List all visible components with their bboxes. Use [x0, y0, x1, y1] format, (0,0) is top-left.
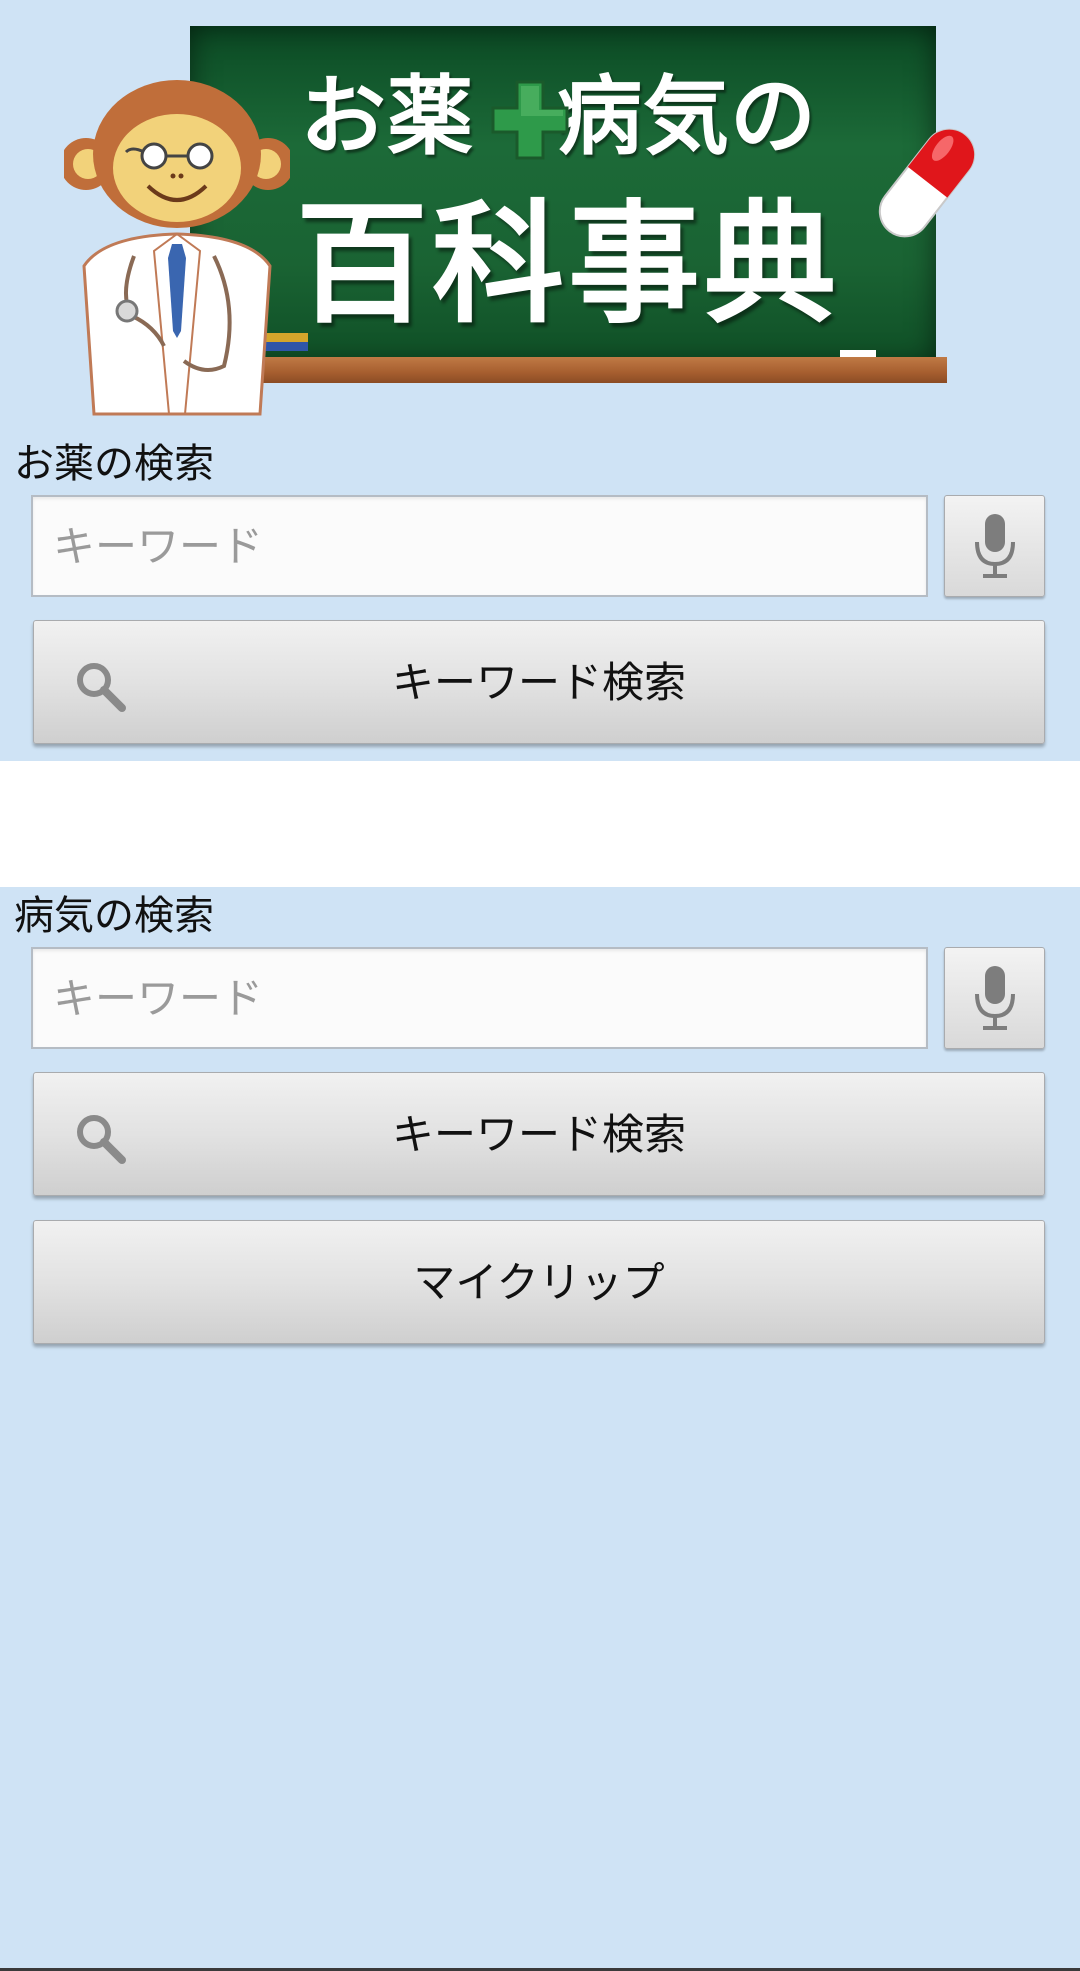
microphone-icon	[975, 514, 1015, 578]
medicine-keyword-search-label: キーワード検索	[391, 658, 686, 707]
monkey-doctor-icon	[64, 80, 290, 416]
disease-keyword-search-label: キーワード検索	[391, 1110, 686, 1159]
medicine-keyword-input[interactable]	[31, 495, 928, 597]
green-cross-icon	[491, 80, 569, 160]
disease-keyword-input[interactable]	[31, 947, 928, 1049]
myclip-button[interactable]: マイクリップ	[33, 1220, 1045, 1344]
header-banner: お薬 病気の 百科事典	[0, 0, 1080, 430]
chalkboard-ledge	[250, 357, 947, 383]
disease-keyword-search-button[interactable]: キーワード検索	[33, 1072, 1045, 1196]
chalk-piece	[840, 350, 876, 357]
banner-title-line1: お薬 病気の	[300, 62, 860, 172]
banner-title-disease: 病気の	[556, 66, 817, 167]
banner-title-line2: 百科事典	[296, 187, 840, 342]
microphone-icon	[975, 966, 1015, 1030]
app-screen: お薬 病気の 百科事典 お薬の検索 キーワード キーワード検索 病気の検索 キー…	[0, 0, 1080, 1971]
medicine-voice-button[interactable]	[944, 495, 1045, 597]
medicine-keyword-search-button[interactable]: キーワード検索	[33, 620, 1045, 744]
myclip-label: マイクリップ	[413, 1258, 665, 1307]
medicine-search-title: お薬の検索	[14, 441, 214, 487]
banner-title-medicine: お薬	[300, 66, 474, 167]
disease-search-title: 病気の検索	[14, 893, 214, 939]
section-separator	[0, 761, 1080, 887]
capsule-icon	[878, 128, 976, 238]
disease-voice-button[interactable]	[944, 947, 1045, 1049]
